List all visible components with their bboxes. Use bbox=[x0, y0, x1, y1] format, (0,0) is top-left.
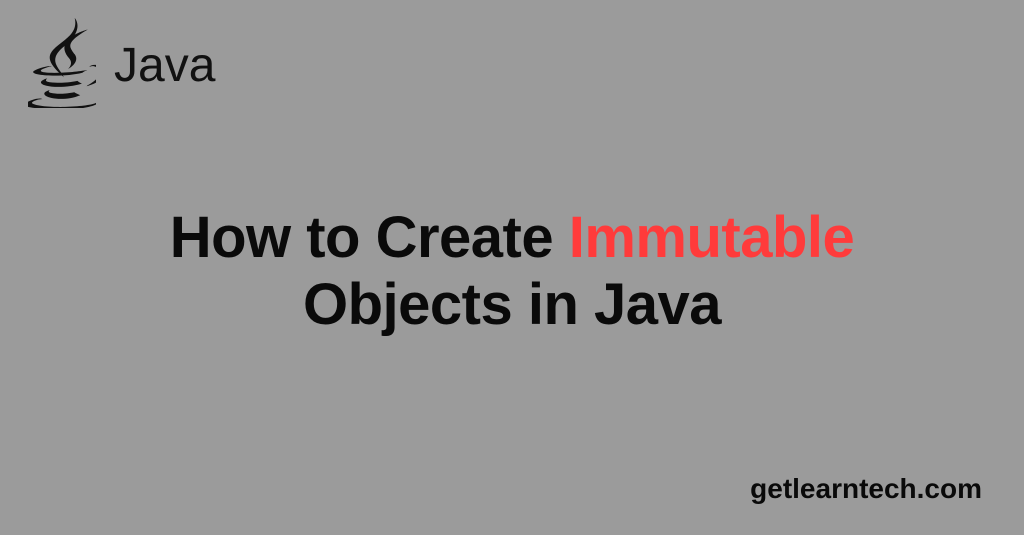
title-highlight: Immutable bbox=[569, 205, 855, 270]
title-prefix: How to Create bbox=[170, 205, 569, 270]
logo-container: Java bbox=[28, 18, 215, 113]
title-suffix: Objects in Java bbox=[303, 272, 721, 337]
logo-text: Java bbox=[114, 38, 215, 93]
java-cup-icon bbox=[28, 18, 96, 113]
footer-site: getlearntech.com bbox=[750, 473, 982, 505]
title-container: How to Create Immutable Objects in Java bbox=[0, 205, 1024, 338]
page-title: How to Create Immutable Objects in Java bbox=[60, 205, 964, 338]
